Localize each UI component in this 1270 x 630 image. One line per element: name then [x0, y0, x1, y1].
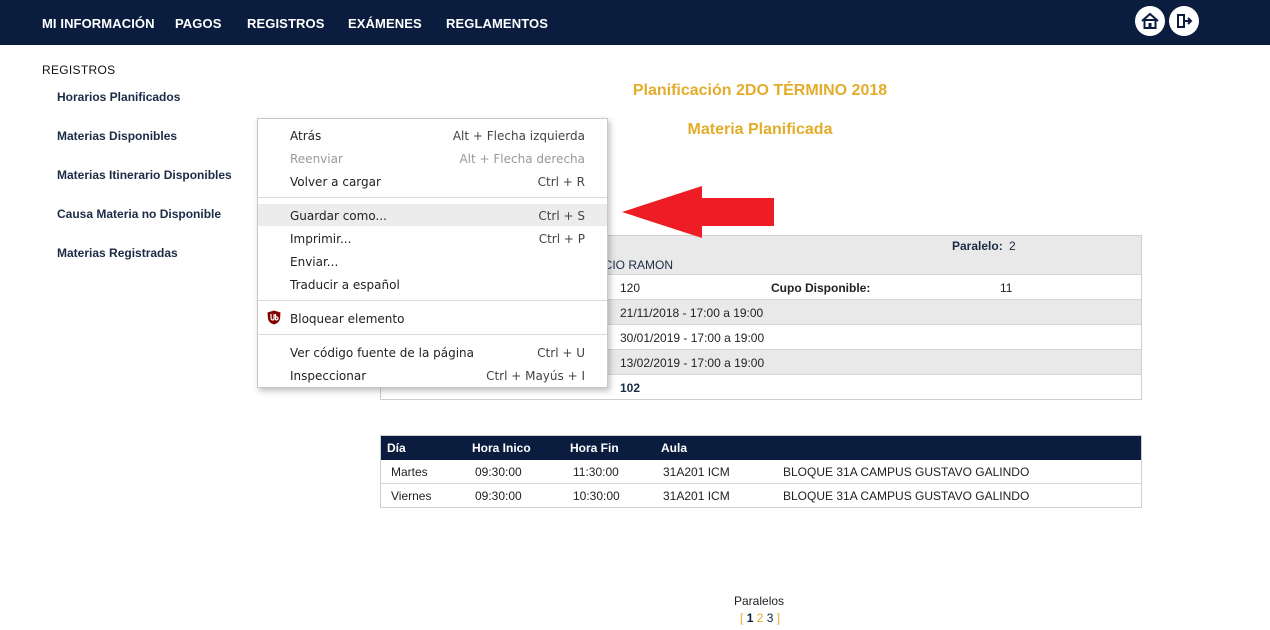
cell-fin: 10:30:00 [573, 489, 620, 503]
menu-item-label: Reenviar [290, 152, 343, 166]
pagination-close-bracket: ] [776, 611, 781, 625]
menu-item-shortcut: Alt + Flecha derecha [459, 152, 585, 166]
nav-reglamentos[interactable]: REGLAMENTOS [446, 16, 548, 31]
menu-item-shortcut: Ctrl + Mayús + I [486, 369, 585, 383]
exam-date-2: 30/01/2019 - 17:00 a 19:00 [620, 331, 765, 345]
page-title: Planificación 2DO TÉRMINO 2018 [632, 82, 888, 99]
context-menu: Atrás Alt + Flecha izquierda Reenviar Al… [257, 118, 608, 388]
menu-item-label: Atrás [290, 129, 322, 143]
cupo-value: 11 [1000, 281, 1013, 295]
cell-inicio: 09:30:00 [475, 465, 522, 479]
menu-item-enviar[interactable]: Enviar... [258, 250, 607, 272]
menu-item-label: Inspeccionar [290, 369, 367, 383]
nav-pagos[interactable]: PAGOS [175, 16, 222, 31]
menu-item-volver-a-cargar[interactable]: Volver a cargar Ctrl + R [258, 170, 607, 192]
menu-separator [258, 300, 607, 301]
table-row: Viernes 09:30:00 10:30:00 31A201 ICM BLO… [381, 484, 1141, 508]
menu-item-label: Ver código fuente de la página [290, 346, 474, 360]
exam-date-1: 21/11/2018 - 17:00 a 19:00 [620, 306, 764, 320]
sidebar-item-materias-registradas[interactable]: Materias Registradas [57, 246, 178, 260]
top-navbar: MI INFORMACIÓN PAGOS REGISTROS EXÁMENES … [0, 0, 1270, 45]
sidebar-item-materias-itinerario[interactable]: Materias Itinerario Disponibles [57, 168, 232, 182]
cell-dia: Martes [391, 465, 428, 479]
menu-item-shortcut: Ctrl + U [537, 346, 585, 360]
menu-separator [258, 197, 607, 198]
menu-item-label: Imprimir... [290, 232, 352, 246]
nav-registros[interactable]: REGISTROS [247, 16, 324, 31]
header-hora-inicio: Hora Inico [472, 441, 531, 455]
sidebar-item-materias-disponibles[interactable]: Materias Disponibles [57, 129, 177, 143]
menu-separator [258, 334, 607, 335]
logout-icon[interactable] [1169, 6, 1199, 36]
menu-item-label: Bloquear elemento [290, 312, 405, 326]
page-link-3[interactable]: 3 [767, 611, 774, 625]
cell-inicio: 09:30:00 [475, 489, 522, 503]
schedule-table: Día Hora Inico Hora Fin Aula Martes 09:3… [380, 435, 1142, 508]
sidebar-item-causa-materia[interactable]: Causa Materia no Disponible [57, 207, 221, 221]
red-arrow-annotation [622, 186, 774, 238]
menu-item-shortcut: Ctrl + R [537, 175, 585, 189]
schedule-header: Día Hora Inico Hora Fin Aula [381, 436, 1141, 460]
header-hora-fin: Hora Fin [570, 441, 619, 455]
cell-bloque: BLOQUE 31A CAMPUS GUSTAVO GALINDO [783, 465, 1030, 479]
menu-item-imprimir[interactable]: Imprimir... Ctrl + P [258, 227, 607, 249]
cell-fin: 11:30:00 [573, 465, 619, 479]
page-link-1[interactable]: 1 [747, 611, 754, 625]
page-link-2[interactable]: 2 [757, 611, 764, 625]
cupo-total: 120 [620, 281, 641, 295]
home-icon[interactable] [1135, 6, 1165, 36]
paralelo-label: Paralelo: [952, 239, 1003, 253]
header-dia: Día [387, 441, 406, 455]
table-row: Martes 09:30:00 11:30:00 31A201 ICM BLOQ… [381, 460, 1141, 484]
sidebar-item-horarios-planificados[interactable]: Horarios Planificados [57, 90, 180, 104]
menu-item-label: Traducir a español [290, 278, 400, 292]
menu-item-shortcut: Ctrl + P [538, 232, 585, 246]
sidebar-title: REGISTROS [42, 63, 116, 77]
ublock-origin-icon [267, 310, 281, 325]
menu-item-ver-codigo-fuente[interactable]: Ver código fuente de la página Ctrl + U [258, 341, 607, 363]
menu-item-inspeccionar[interactable]: Inspeccionar Ctrl + Mayús + I [258, 364, 607, 386]
cell-aula: 31A201 ICM [663, 465, 730, 479]
menu-item-reenviar[interactable]: Reenviar Alt + Flecha derecha [258, 147, 607, 169]
menu-item-label: Enviar... [290, 255, 339, 269]
menu-item-label: Volver a cargar [290, 175, 381, 189]
menu-item-atras[interactable]: Atrás Alt + Flecha izquierda [258, 124, 607, 146]
paralelo-value: 2 [1009, 239, 1016, 253]
cell-dia: Viernes [391, 489, 432, 503]
menu-item-shortcut: Alt + Flecha izquierda [452, 129, 585, 143]
pagination-label: Paralelos [734, 594, 785, 608]
exam-date-3: 13/02/2019 - 17:00 a 19:00 [620, 356, 765, 370]
menu-item-traducir[interactable]: Traducir a español [258, 273, 607, 295]
header-aula: Aula [661, 441, 688, 455]
menu-item-shortcut: Ctrl + S [538, 209, 585, 223]
asociados-value: 102 [620, 381, 641, 395]
menu-item-guardar-como[interactable]: Guardar como... Ctrl + S [258, 204, 607, 226]
cell-bloque: BLOQUE 31A CAMPUS GUSTAVO GALINDO [783, 489, 1030, 503]
cupo-label: Cupo Disponible: [771, 281, 871, 295]
nav-mi-informacion[interactable]: MI INFORMACIÓN [42, 16, 155, 31]
menu-item-bloquear-elemento[interactable]: Bloquear elemento [258, 307, 607, 329]
pagination-open-bracket: [ [740, 611, 744, 625]
nav-examenes[interactable]: EXÁMENES [348, 16, 422, 31]
pagination: [ 1 2 3 ] [740, 611, 780, 625]
cell-aula: 31A201 ICM [663, 489, 730, 503]
menu-item-label: Guardar como... [290, 209, 387, 223]
